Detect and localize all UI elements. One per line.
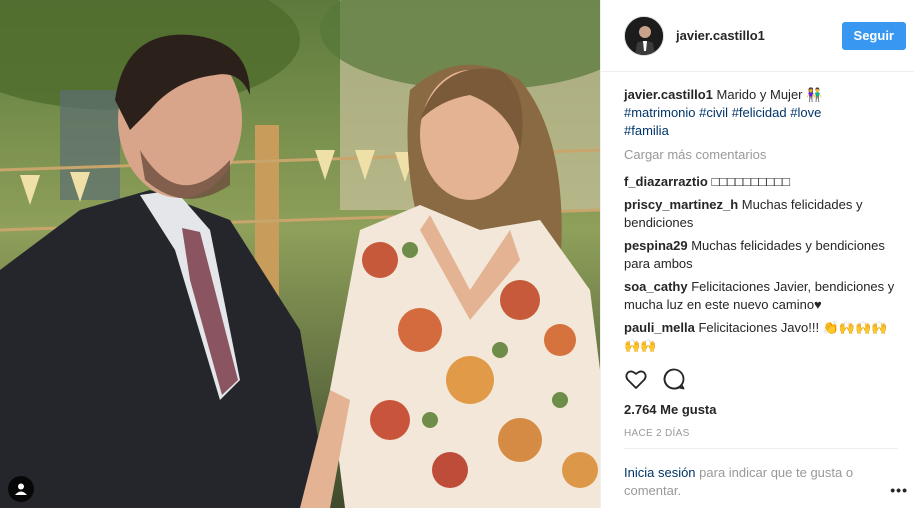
hashtag[interactable]: #matrimonio (624, 105, 696, 120)
hashtag[interactable]: #love (790, 105, 821, 120)
heart-icon[interactable] (624, 367, 648, 394)
comment-item: pauli_mella Felicitaciones Javo!!! 👏🙌🙌🙌 … (624, 319, 898, 352)
login-prompt: Inicia sesión para indicar que te gusta … (624, 464, 884, 500)
hashtag[interactable]: #civil (699, 105, 728, 120)
action-bar (624, 367, 686, 394)
comment-item: priscy_martinez_h Muchas felicidades y b… (624, 196, 898, 232)
comment-username[interactable]: pespina29 (624, 238, 688, 253)
likes-count[interactable]: 2.764 Me gusta (624, 402, 717, 417)
avatar[interactable] (624, 15, 664, 56)
hashtag[interactable]: #familia (624, 123, 669, 138)
more-options-icon[interactable]: ••• (890, 482, 908, 498)
comment-text: □□□□□□□□□□ (711, 174, 790, 189)
caption: javier.castillo1 Marido y Mujer 👫 #matri… (624, 86, 898, 140)
caption-text: Marido y Mujer 👫 (716, 87, 823, 102)
post-timestamp: HACE 2 DÍAS (624, 428, 690, 439)
hashtag[interactable]: #felicidad (732, 105, 787, 120)
wedding-photo (0, 0, 600, 508)
caption-username[interactable]: javier.castillo1 (624, 87, 713, 102)
comment-username[interactable]: soa_cathy (624, 279, 688, 294)
load-more-comments[interactable]: Cargar más comentarios (624, 146, 898, 164)
follow-button[interactable]: Seguir (841, 21, 906, 50)
divider (624, 448, 898, 449)
login-link[interactable]: Inicia sesión (624, 465, 696, 480)
comment-item: soa_cathy Felicitaciones Javier, bendici… (624, 278, 898, 314)
comment-icon[interactable] (662, 367, 686, 394)
post-photo[interactable] (0, 0, 600, 508)
comment-username[interactable]: f_diazarraztio (624, 174, 708, 189)
post-sidebar: javier.castillo1 Seguir javier.castillo1… (600, 0, 914, 508)
user-tag-icon[interactable] (8, 476, 34, 502)
comments-list: javier.castillo1 Marido y Mujer 👫 #matri… (601, 72, 914, 352)
comment-username[interactable]: priscy_martinez_h (624, 197, 738, 212)
instagram-post: javier.castillo1 Seguir javier.castillo1… (0, 0, 914, 508)
post-header: javier.castillo1 Seguir (601, 0, 914, 72)
comment-item: f_diazarraztio □□□□□□□□□□ (624, 173, 898, 191)
comment-item: pespina29 Muchas felicidades y bendicion… (624, 237, 898, 273)
comment-username[interactable]: pauli_mella (624, 320, 695, 335)
post-username[interactable]: javier.castillo1 (676, 28, 842, 43)
